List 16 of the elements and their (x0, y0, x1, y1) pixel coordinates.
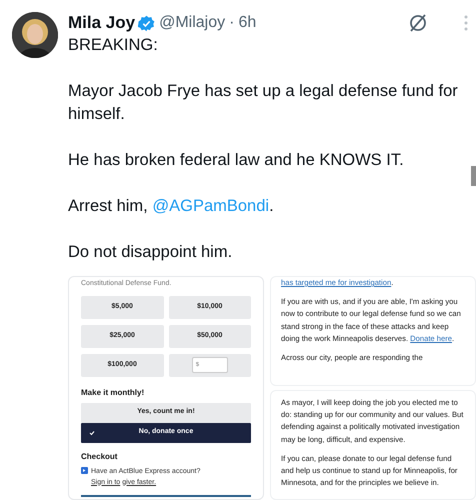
post-paragraph: Arrest him, @AGPamBondi. (68, 196, 275, 217)
author-name[interactable]: Mila Joy (68, 10, 136, 36)
separator: · (229, 13, 234, 33)
scrollbar-thumb[interactable] (471, 166, 476, 186)
monthly-heading: Make it monthly! (81, 386, 146, 398)
avatar-icon[interactable] (12, 12, 58, 58)
slashed-circle-icon[interactable] (408, 13, 428, 33)
post-paragraph: BREAKING: (68, 35, 159, 56)
post-paragraph: He has broken federal law and he KNOWS IT. (68, 150, 405, 171)
checkout-heading: Checkout (81, 450, 118, 462)
post-paragraph: Mayor Jacob Frye has set up a legal defense fund for himself. (68, 81, 458, 125)
post-paragraph: Do not disappoint him. (68, 242, 234, 263)
post-time[interactable]: 6h (238, 11, 256, 35)
author-handle[interactable]: @Milajoy (159, 11, 226, 35)
check-icon (89, 430, 95, 436)
login-icon (81, 466, 88, 474)
